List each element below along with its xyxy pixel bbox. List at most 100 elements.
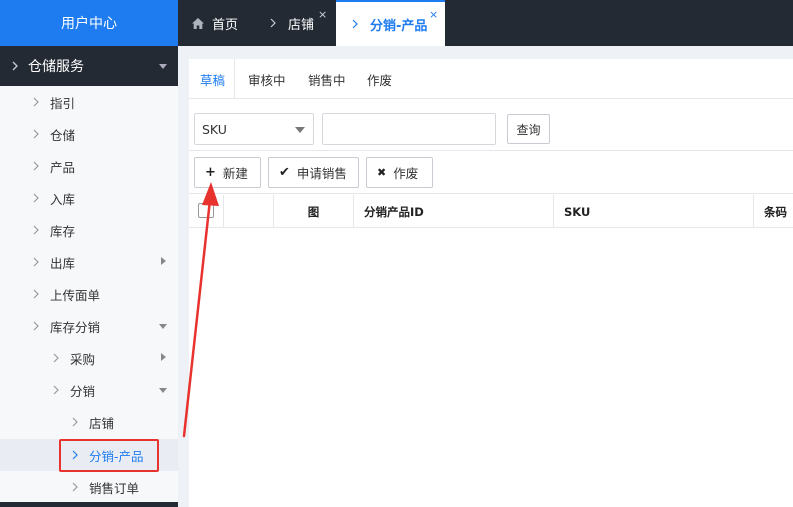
action-row: + 新建 ✔ 申请销售 ✖ 作废 (189, 152, 793, 194)
status-tab-void[interactable]: 作废 (367, 59, 392, 99)
dropdown-arrow-icon (295, 127, 305, 133)
sidebar: 用户中心 仓储服务 指引 仓储 产品 入库 库存 出库 上传面单 库存分销 采购… (0, 0, 178, 507)
search-row: SKU 查询 (189, 100, 793, 151)
close-icon[interactable]: × (429, 8, 438, 21)
chevron-right-icon (33, 97, 39, 107)
status-tab-on-sale[interactable]: 销售中 (308, 59, 346, 99)
chevron-right-icon (72, 417, 78, 427)
status-tab-label: 销售中 (308, 72, 346, 88)
chevron-right-icon (33, 289, 39, 299)
sidebar-group-label: 仓储服务 (28, 59, 84, 75)
search-field-value: SKU (202, 121, 227, 137)
sidebar-item-label: 库存分销 (50, 319, 101, 335)
sidebar-item-label: 上传面单 (50, 287, 101, 303)
sidebar-item-inventory-distribution[interactable]: 库存分销 (0, 310, 178, 342)
new-button-label: 新建 (222, 166, 248, 181)
chevron-right-icon (33, 193, 39, 203)
sidebar-bottom-bar (0, 502, 178, 507)
sidebar-item-inbound[interactable]: 入库 (0, 182, 178, 214)
apply-sale-button[interactable]: ✔ 申请销售 (268, 157, 359, 188)
sidebar-item-product[interactable]: 产品 (0, 150, 178, 182)
query-button[interactable]: 查询 (507, 114, 550, 144)
search-field-select[interactable]: SKU (194, 113, 314, 145)
sidebar-item-label: 仓储 (50, 127, 76, 143)
select-all-checkbox[interactable] (198, 203, 214, 218)
column-header-distribution-product-id: 分销产品ID (354, 195, 554, 228)
status-tab-draft[interactable]: 草稿 (200, 59, 225, 99)
plus-icon: + (205, 165, 216, 180)
chevron-right-icon (53, 385, 59, 395)
sidebar-item-storage[interactable]: 仓储 (0, 118, 178, 150)
tab-bar: 首页 店铺 × 分销-产品 × (178, 0, 793, 46)
chevron-right-icon (33, 257, 39, 267)
table-header: 图 分销产品ID SKU 条码 (189, 195, 793, 228)
tab-label: 店铺 (288, 17, 315, 33)
status-tabs: 草稿 审核中 销售中 作废 (189, 59, 793, 99)
search-input[interactable] (322, 113, 496, 145)
column-header-label: 分销产品ID (364, 204, 424, 219)
sidebar-item-purchase[interactable]: 采购 (0, 342, 178, 374)
status-tab-label: 作废 (367, 72, 393, 88)
column-header-label: SKU (564, 204, 591, 219)
sidebar-item-upload-label[interactable]: 上传面单 (0, 278, 178, 310)
chevron-right-icon (12, 61, 18, 71)
close-icon[interactable]: × (318, 8, 327, 21)
chevron-right-icon (33, 225, 39, 235)
user-center-header[interactable]: 用户中心 (0, 0, 178, 46)
column-header-label: 图 (307, 204, 320, 219)
select-column-header (189, 195, 224, 228)
tab-home[interactable]: 首页 (178, 0, 258, 46)
chevron-right-icon (270, 18, 276, 28)
sidebar-item-label: 入库 (50, 191, 76, 207)
sidebar-item-label: 采购 (70, 351, 96, 367)
annotation-highlight-box (59, 439, 159, 472)
blank-column-header (224, 195, 274, 228)
chevron-right-icon (72, 482, 78, 492)
column-header-image: 图 (274, 195, 354, 228)
caret-right-icon (161, 257, 166, 265)
x-icon: ✖ (377, 166, 387, 179)
status-tab-label: 审核中 (248, 72, 286, 88)
check-icon: ✔ (279, 165, 290, 180)
content-panel: 草稿 审核中 销售中 作废 SKU 查询 + 新建 ✔ 申请销售 ✖ 作废 图 … (189, 59, 793, 507)
caret-right-icon (161, 353, 166, 361)
user-center-title: 用户中心 (61, 16, 117, 32)
home-icon (192, 17, 204, 29)
sidebar-item-label: 库存 (50, 223, 76, 239)
tab-label: 首页 (212, 17, 239, 33)
main-content: 草稿 审核中 销售中 作废 SKU 查询 + 新建 ✔ 申请销售 ✖ 作废 图 … (178, 46, 793, 507)
sidebar-item-outbound[interactable]: 出库 (0, 246, 178, 278)
chevron-right-icon (33, 321, 39, 331)
void-button-label: 作废 (393, 166, 419, 181)
sidebar-item-label: 店铺 (89, 415, 115, 431)
sidebar-item-guide[interactable]: 指引 (0, 86, 178, 118)
status-tab-label: 草稿 (200, 72, 226, 88)
tab-label: 分销-产品 (370, 18, 428, 34)
chevron-right-icon (53, 353, 59, 363)
sidebar-item-label: 销售订单 (89, 480, 140, 496)
sidebar-item-sales-order[interactable]: 销售订单 (0, 471, 178, 503)
sidebar-item-label: 出库 (50, 255, 76, 271)
apply-sale-button-label: 申请销售 (296, 166, 347, 181)
caret-down-icon (159, 64, 167, 69)
caret-down-icon (159, 388, 167, 393)
chevron-right-icon (33, 161, 39, 171)
sidebar-item-store[interactable]: 店铺 (0, 406, 178, 438)
caret-down-icon (159, 324, 167, 329)
sidebar-group-warehouse-service[interactable]: 仓储服务 (0, 46, 178, 86)
tab-store[interactable]: 店铺 × (258, 0, 336, 46)
chevron-right-icon (352, 19, 358, 29)
chevron-right-icon (33, 129, 39, 139)
sidebar-item-inventory[interactable]: 库存 (0, 214, 178, 246)
sidebar-item-label: 指引 (50, 95, 76, 111)
column-header-label: 条码 (764, 204, 787, 219)
void-button[interactable]: ✖ 作废 (366, 157, 433, 188)
sidebar-item-distribution[interactable]: 分销 (0, 374, 178, 406)
status-tab-reviewing[interactable]: 审核中 (248, 59, 286, 99)
sidebar-item-label: 分销 (70, 383, 96, 399)
column-header-barcode: 条码 (754, 195, 793, 228)
status-tab-divider (234, 59, 235, 99)
tab-distribution-product[interactable]: 分销-产品 × (336, 0, 445, 46)
column-header-sku: SKU (554, 195, 754, 228)
new-button[interactable]: + 新建 (194, 157, 261, 188)
